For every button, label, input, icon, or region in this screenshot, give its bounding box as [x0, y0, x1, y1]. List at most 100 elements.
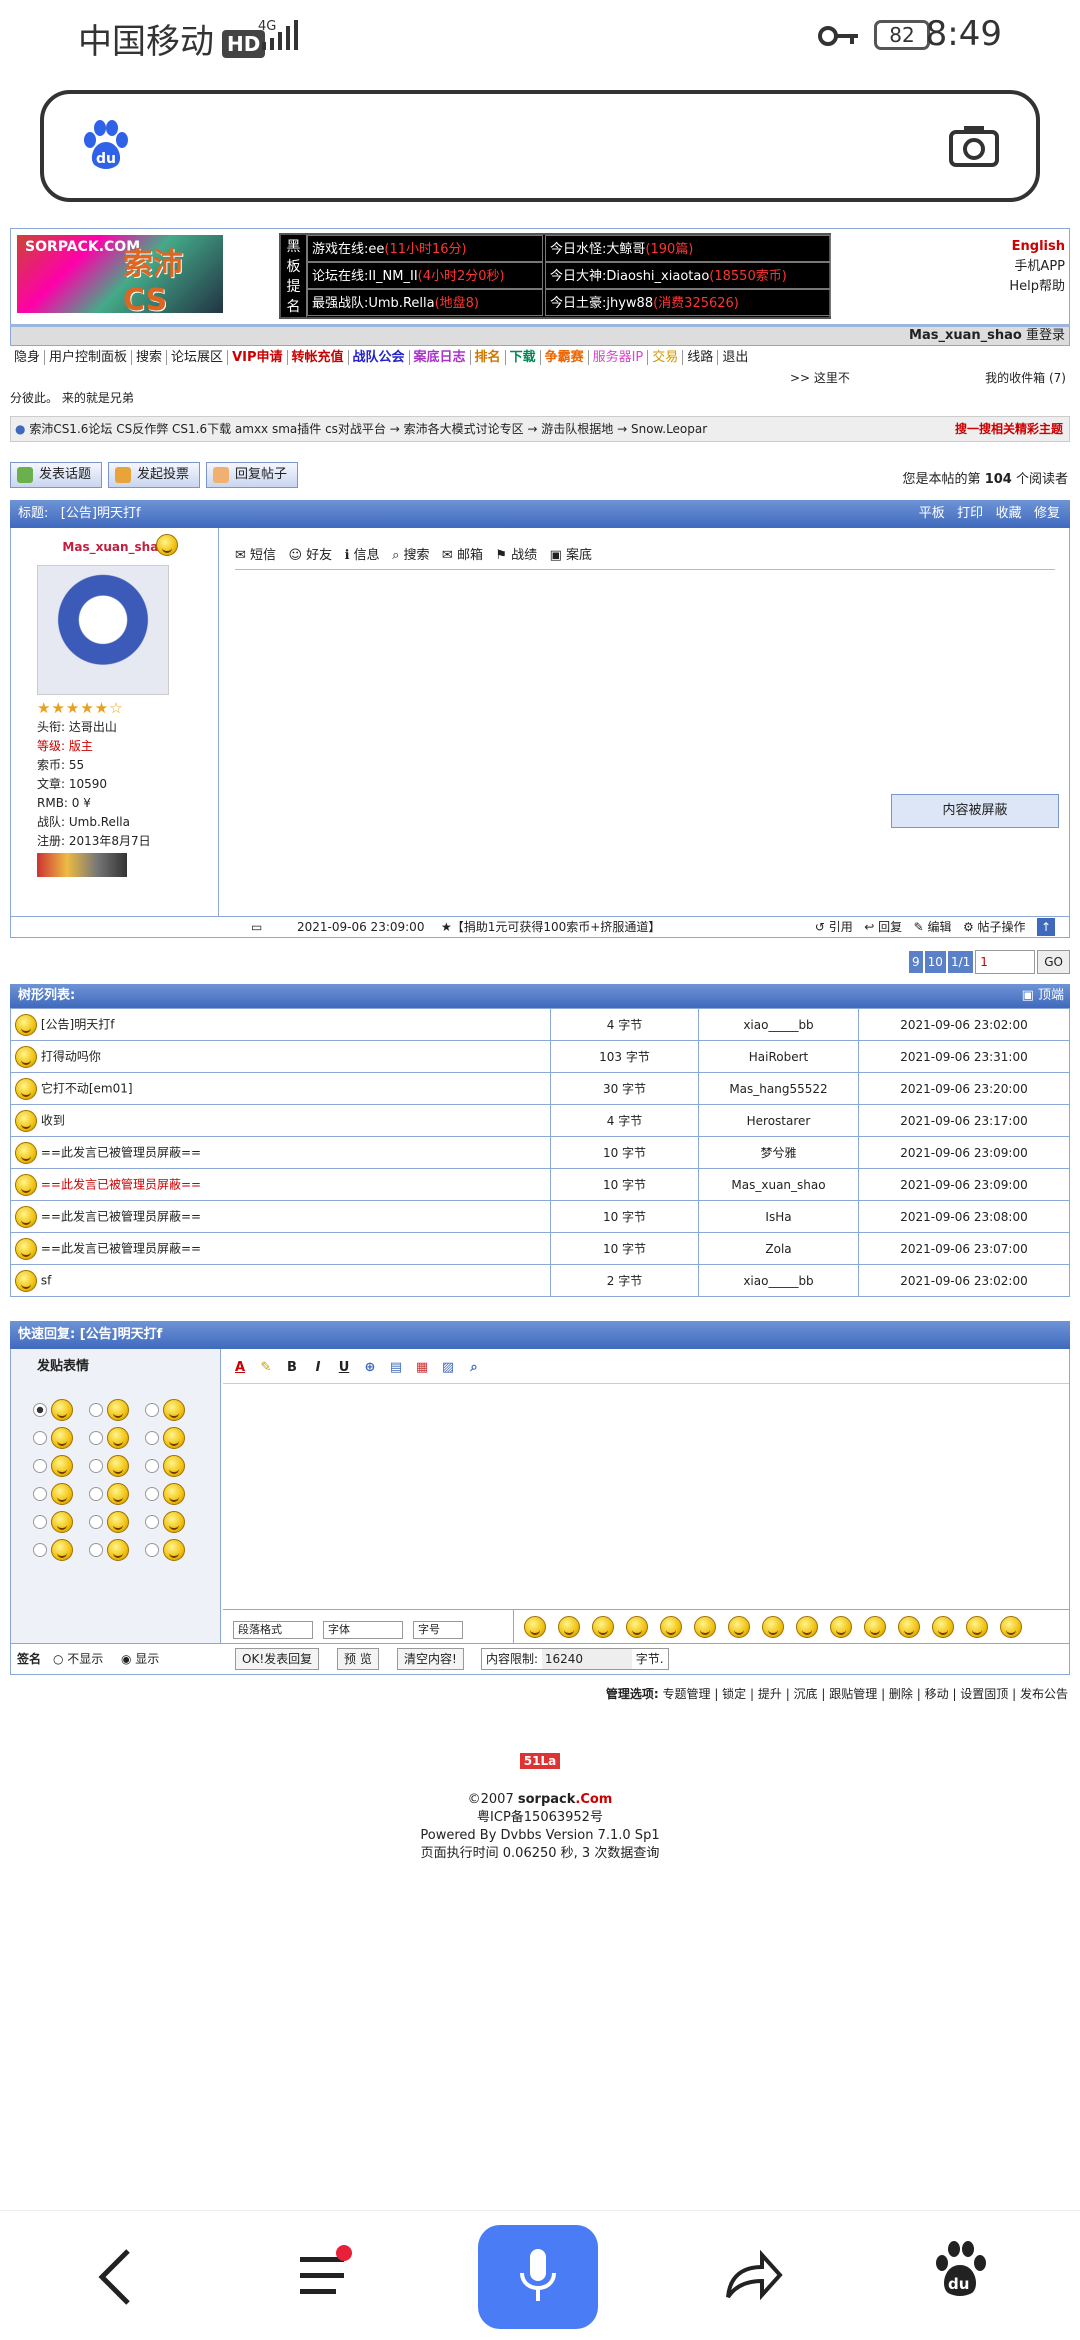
manage-option[interactable]: 锁定 — [722, 1687, 746, 1701]
back-to-top-icon[interactable]: ↑ — [1037, 918, 1055, 936]
donate-link[interactable]: ★【捐助1元可获得100索币+挤服通道】 — [441, 917, 660, 937]
smiley-icon[interactable] — [966, 1616, 988, 1638]
emoji-radio[interactable] — [89, 1487, 103, 1501]
font-size-select[interactable]: 字号 — [413, 1621, 463, 1639]
board-item[interactable]: 游戏在线:ee(11小时16分) — [307, 235, 543, 262]
menu-item[interactable]: 交易 — [648, 350, 684, 365]
board-item[interactable]: 今日土豪:jhyw88(消费325626) — [545, 289, 831, 316]
quote-button[interactable]: ↺ 引用 — [815, 920, 853, 934]
table-row[interactable]: sf 2 字节 xiao_____bb 2021-09-06 23:02:00 — [10, 1264, 1070, 1297]
smiley-icon[interactable] — [796, 1616, 818, 1638]
page-link[interactable]: 10 — [924, 951, 946, 973]
emoji-radio[interactable] — [33, 1431, 47, 1445]
top-link[interactable]: ▣ 顶端 — [1022, 984, 1064, 1008]
font-color-button[interactable]: A — [231, 1359, 249, 1377]
emoji-radio[interactable] — [89, 1459, 103, 1473]
smiley-icon[interactable] — [694, 1616, 716, 1638]
smiley-icon[interactable] — [660, 1616, 682, 1638]
sign-show-radio[interactable]: ◉ 显示 — [121, 1644, 159, 1674]
menu-item[interactable]: 隐身 — [10, 350, 46, 365]
author-name[interactable]: Mas_xuan_shao — [62, 540, 166, 554]
board-item[interactable]: 论坛在线:II_NM_II(4小时2分0秒) — [307, 262, 543, 289]
table-row[interactable]: 收到 4 字节 Herostarer 2021-09-06 23:17:00 — [10, 1104, 1070, 1137]
flag-icon[interactable]: ▦ — [413, 1359, 431, 1377]
camera-icon[interactable] — [948, 124, 1000, 168]
table-row[interactable]: ==此发言已被管理员屏蔽== 10 字节 IsHa 2021-09-06 23:08:… — [10, 1200, 1070, 1233]
menu-item[interactable]: 下载 — [505, 350, 541, 365]
avatar[interactable] — [37, 565, 169, 695]
reply-title[interactable]: ==此发言已被管理员屏蔽== — [41, 1145, 201, 1159]
reply-title[interactable]: sf — [41, 1273, 51, 1287]
emoji-radio[interactable] — [89, 1543, 103, 1557]
paragraph-select[interactable]: 段落格式 — [233, 1621, 313, 1639]
new-topic-button[interactable]: 发表话题 — [10, 462, 103, 488]
underline-button[interactable]: U — [335, 1359, 353, 1377]
post-manage-button[interactable]: ⚙ 帖子操作 — [963, 920, 1026, 934]
manage-option[interactable]: 移动 — [925, 1687, 949, 1701]
manage-option[interactable]: 发布公告 — [1020, 1687, 1068, 1701]
search-icon[interactable]: ⌕ — [465, 1359, 483, 1377]
thread-action[interactable]: 打印 — [957, 506, 983, 521]
table-row[interactable]: 打得动吗你 103 字节 HaiRobert 2021-09-06 23:31:00 — [10, 1040, 1070, 1073]
menu-item[interactable]: 搜索 — [132, 350, 168, 365]
smiley-icon[interactable] — [932, 1616, 954, 1638]
back-icon[interactable] — [96, 2247, 136, 2307]
sms-link[interactable]: ✉ 短信 — [235, 548, 276, 563]
smiley-icon[interactable] — [864, 1616, 886, 1638]
reply-title[interactable]: ==此发言已被管理员屏蔽== — [41, 1241, 201, 1255]
manage-option[interactable]: 设置固顶 — [960, 1687, 1008, 1701]
english-link[interactable]: English — [1009, 237, 1065, 257]
search-link[interactable]: ⌕ 搜索 — [392, 548, 429, 563]
reply-title[interactable]: 打得动吗你 — [41, 1049, 101, 1063]
reply-title[interactable]: 它打不动[em01] — [41, 1081, 133, 1095]
reply-textarea[interactable] — [223, 1383, 1069, 1641]
thread-action[interactable]: 收藏 — [996, 506, 1022, 521]
emoji-radio[interactable] — [145, 1431, 159, 1445]
site-logo[interactable]: SORPACK.COM 索沛CS — [17, 235, 223, 318]
smiley-icon[interactable] — [762, 1616, 784, 1638]
emoji-radio[interactable] — [145, 1487, 159, 1501]
relogin-link[interactable]: 重登录 — [1026, 328, 1065, 343]
preview-button[interactable]: 预 览 — [337, 1648, 379, 1670]
menu-item[interactable]: 战队公会 — [348, 350, 410, 365]
menu-item[interactable]: 服务器IP — [588, 350, 649, 365]
reply-author[interactable]: Herostarer — [698, 1104, 859, 1137]
reply-author[interactable]: Mas_xuan_shao — [698, 1168, 859, 1201]
reply-button[interactable]: ↩ 回复 — [864, 920, 902, 934]
reply-author[interactable]: IsHa — [698, 1200, 859, 1233]
page-link[interactable]: 9 — [909, 951, 923, 973]
record-link[interactable]: ⚑ 战绩 — [495, 548, 537, 563]
reply-title[interactable]: ==此发言已被管理员屏蔽== — [41, 1209, 201, 1223]
reply-title[interactable]: 收到 — [41, 1113, 65, 1127]
emoji-radio[interactable] — [89, 1403, 103, 1417]
smiley-icon[interactable] — [524, 1616, 546, 1638]
clear-button[interactable]: 清空内容! — [397, 1648, 464, 1670]
breadcrumb-path[interactable]: 索沛CS1.6论坛 CS反作弊 CS1.6下载 amxx sma插件 cs对战平… — [29, 422, 707, 436]
smiley-icon[interactable] — [898, 1616, 920, 1638]
table-row[interactable]: 它打不动[em01] 30 字节 Mas_hang55522 2021-09-06 2… — [10, 1072, 1070, 1105]
image-icon[interactable]: ▨ — [439, 1359, 457, 1377]
table-row[interactable]: [公告]明天打f 4 字节 xiao_____bb 2021-09-06 23:02:… — [10, 1008, 1070, 1041]
emoji-radio[interactable] — [33, 1459, 47, 1473]
emoji-radio[interactable] — [33, 1543, 47, 1557]
emoji-radio[interactable] — [145, 1403, 159, 1417]
go-button[interactable]: GO — [1037, 950, 1070, 974]
case-link[interactable]: ▣ 案底 — [550, 548, 592, 563]
mail-link[interactable]: ✉ 邮箱 — [442, 548, 483, 563]
emoji-radio[interactable] — [89, 1515, 103, 1529]
smiley-icon[interactable] — [592, 1616, 614, 1638]
reply-author[interactable]: 梦兮雅 — [698, 1136, 859, 1169]
manage-option[interactable]: 跟贴管理 — [829, 1687, 877, 1701]
page-input[interactable]: 1 — [975, 950, 1036, 974]
reply-author[interactable]: Mas_hang55522 — [698, 1072, 859, 1105]
reply-author[interactable]: HaiRobert — [698, 1040, 859, 1073]
menu-item[interactable]: 案底日志 — [409, 350, 471, 365]
table-row[interactable]: ==此发言已被管理员屏蔽== 10 字节 Mas_xuan_shao 2021-09-… — [10, 1168, 1070, 1201]
reply-author[interactable]: Zola — [698, 1232, 859, 1265]
emoji-radio[interactable] — [33, 1515, 47, 1529]
menu-item[interactable]: 排名 — [470, 350, 506, 365]
insert-icon[interactable]: ▤ — [387, 1359, 405, 1377]
link-icon[interactable]: ⊕ — [361, 1359, 379, 1377]
board-item[interactable]: 最强战队:Umb.Rella(地盘8) — [307, 289, 543, 316]
mobile-app-link[interactable]: 手机APP — [1009, 257, 1065, 277]
